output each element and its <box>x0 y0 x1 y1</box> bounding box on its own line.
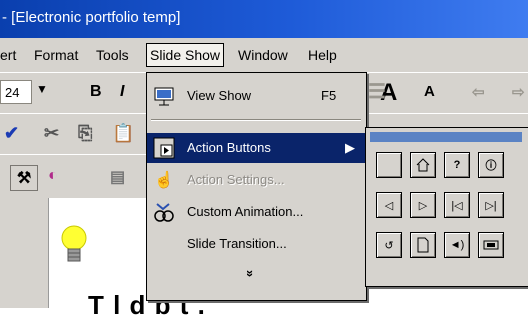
tools-icon[interactable]: ⚒ <box>10 165 38 191</box>
animation-icon <box>153 201 175 223</box>
action-home-icon[interactable] <box>410 152 436 178</box>
promote-icon[interactable]: ⇦ <box>472 83 485 101</box>
menu-format[interactable]: Format <box>34 47 78 63</box>
font-size-dropdown-icon[interactable]: ▼ <box>36 82 48 96</box>
demote-icon[interactable]: ⇨ <box>512 83 525 101</box>
menu-separator <box>151 119 361 121</box>
menu-custom-animation-label: Custom Animation... <box>187 204 304 219</box>
hand-icon: ☝ <box>154 172 174 189</box>
menu-action-buttons-label: Action Buttons <box>187 140 271 155</box>
submenu-arrow-icon: ▶ <box>345 140 355 155</box>
menu-action-settings[interactable]: ☝ Action Settings... <box>147 165 366 195</box>
action-beginning-icon[interactable]: |◁ <box>444 192 470 218</box>
menu-action-buttons[interactable]: Action Buttons ▶ <box>147 133 366 163</box>
menu-expand[interactable]: » <box>147 263 366 289</box>
lightbulb-icon <box>61 225 87 262</box>
menu-custom-animation[interactable]: Custom Animation... <box>147 197 366 227</box>
paste-icon[interactable]: 📋 <box>112 123 134 144</box>
spelling-icon[interactable]: ✔ <box>4 123 19 144</box>
expand-chevron-icon: » <box>243 269 259 278</box>
menu-slide-show[interactable]: Slide Show <box>146 43 225 67</box>
menu-slide-transition-label: Slide Transition... <box>187 236 287 251</box>
action-document-icon[interactable] <box>410 232 436 258</box>
menu-slide-transition[interactable]: Slide Transition... <box>147 229 366 259</box>
menu-action-settings-label: Action Settings... <box>187 172 285 187</box>
projector-icon <box>153 85 175 107</box>
color-icon[interactable]: ◐ <box>48 167 58 185</box>
action-information-icon[interactable]: ⓘ <box>478 152 504 178</box>
slide-show-menu: View Show F5 Action Buttons ▶ ☝ Action S… <box>146 72 367 301</box>
action-movie-icon[interactable] <box>478 232 504 258</box>
menu-tools[interactable]: Tools <box>96 47 129 63</box>
action-help-icon[interactable]: ? <box>444 152 470 178</box>
cut-icon[interactable]: ✂ <box>44 123 59 144</box>
action-custom-button[interactable] <box>376 152 402 178</box>
menu-view-show-shortcut: F5 <box>321 88 337 103</box>
submenu-title-bar[interactable] <box>370 132 522 142</box>
layout-icon[interactable]: ▤ <box>110 167 125 187</box>
action-sound-icon[interactable]: ◄) <box>444 232 470 258</box>
copy-icon[interactable]: ⎘ <box>78 123 92 144</box>
bold-button[interactable]: B <box>90 83 102 101</box>
italic-button[interactable]: I <box>120 83 124 101</box>
action-return-icon[interactable]: ↺ <box>376 232 402 258</box>
menu-view-show[interactable]: View Show F5 <box>147 81 366 111</box>
menu-window[interactable]: Window <box>238 47 288 63</box>
menu-view-show-label: View Show <box>187 88 252 103</box>
menu-bar: ert Format Tools Slide Show Window Help <box>0 38 528 72</box>
action-end-icon[interactable]: ▷| <box>478 192 504 218</box>
menu-help[interactable]: Help <box>308 47 337 63</box>
action-buttons-submenu: ? ⓘ ◁ ▷ |◁ ▷| ↺ ◄) <box>365 127 528 287</box>
action-forward-icon[interactable]: ▷ <box>410 192 436 218</box>
action-back-icon[interactable]: ◁ <box>376 192 402 218</box>
action-button-icon <box>153 137 175 159</box>
bullets-icon[interactable]: ☰ <box>368 79 386 104</box>
shrink-font-button[interactable]: A <box>424 83 435 100</box>
menu-insert[interactable]: ert <box>0 47 16 63</box>
window-title: - [Electronic portfolio temp] <box>2 9 181 26</box>
title-bar: - [Electronic portfolio temp] <box>0 0 528 38</box>
font-size-box[interactable]: 24 <box>0 80 32 104</box>
